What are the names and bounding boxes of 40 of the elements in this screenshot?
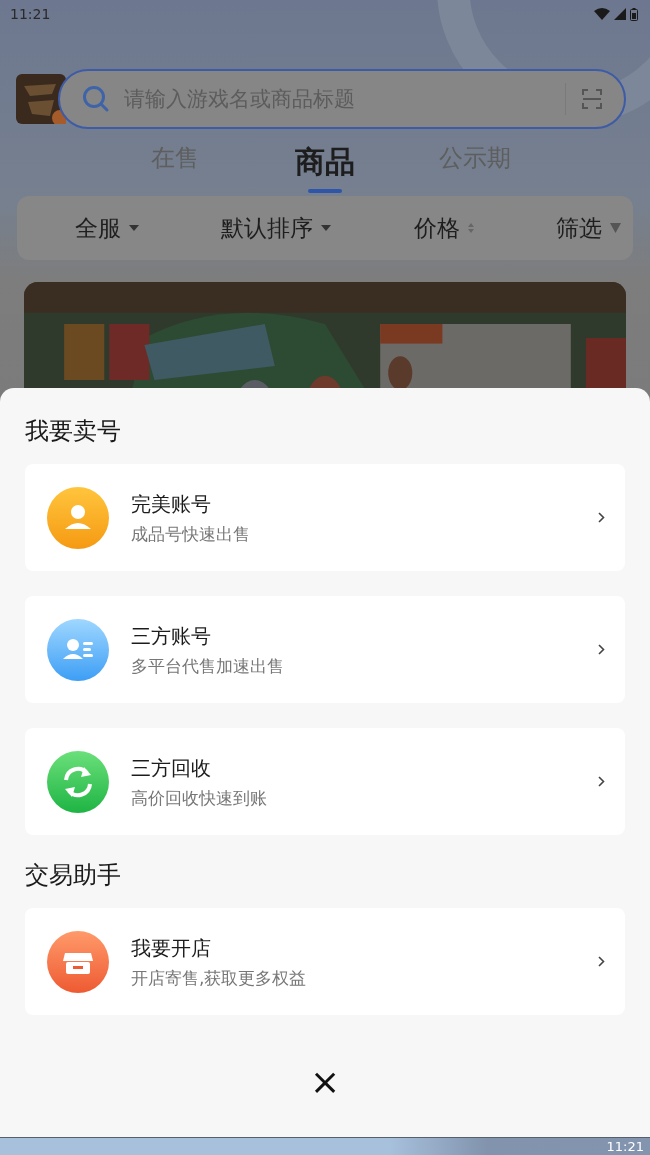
chevron-icon [598, 956, 605, 967]
caret-icon [321, 225, 332, 231]
card-title: 三方账号 [131, 622, 212, 650]
section-title: 我要卖号 [25, 416, 122, 446]
signal-icon [614, 8, 626, 20]
card-subtitle: 多平台代售加速出售 [131, 654, 285, 678]
menu-card[interactable]: 三方账号 多平台代售加速出售 [25, 596, 625, 703]
card-subtitle: 成品号快速出售 [131, 522, 251, 546]
filter-dropdown[interactable]: 筛选 [556, 212, 621, 244]
chevron-icon [598, 776, 605, 787]
filter-dropdown[interactable]: 默认排序 [221, 212, 332, 244]
game-logo-icon[interactable] [16, 74, 66, 124]
filter-dropdown[interactable]: 全服 [75, 212, 139, 244]
card-title: 我要开店 [131, 934, 212, 962]
chevron-icon [598, 512, 605, 523]
person-icon [47, 486, 109, 549]
refresh-icon [47, 750, 109, 813]
filter-dropdown[interactable]: 价格 [413, 212, 474, 244]
menu-card[interactable]: 完美账号 成品号快速出售 [25, 464, 625, 571]
caret-icon [610, 223, 621, 233]
menu-card[interactable]: 三方回收 高价回收快速到账 [25, 728, 625, 835]
card-title: 完美账号 [131, 490, 212, 518]
tab[interactable]: 商品 [250, 142, 400, 193]
menu-card[interactable]: 我要开店 开店寄售,获取更多权益 [25, 908, 625, 1015]
contact-icon [47, 618, 109, 681]
search-icon [82, 85, 110, 113]
card-title: 三方回收 [131, 754, 212, 782]
close-button[interactable]: × [303, 1062, 347, 1102]
shop-icon [47, 930, 109, 993]
taskbar-time: 11:21 [606, 1138, 645, 1155]
caret-icon [129, 225, 139, 231]
scan-icon[interactable] [582, 89, 602, 109]
battery-icon [630, 7, 638, 21]
chevron-icon [598, 644, 605, 655]
section-title: 交易助手 [25, 860, 122, 890]
card-subtitle: 开店寄售,获取更多权益 [131, 966, 308, 990]
sort-icon [467, 223, 474, 233]
status-time: 11:21 [10, 6, 51, 22]
card-subtitle: 高价回收快速到账 [131, 786, 268, 810]
wifi-icon [594, 8, 610, 20]
